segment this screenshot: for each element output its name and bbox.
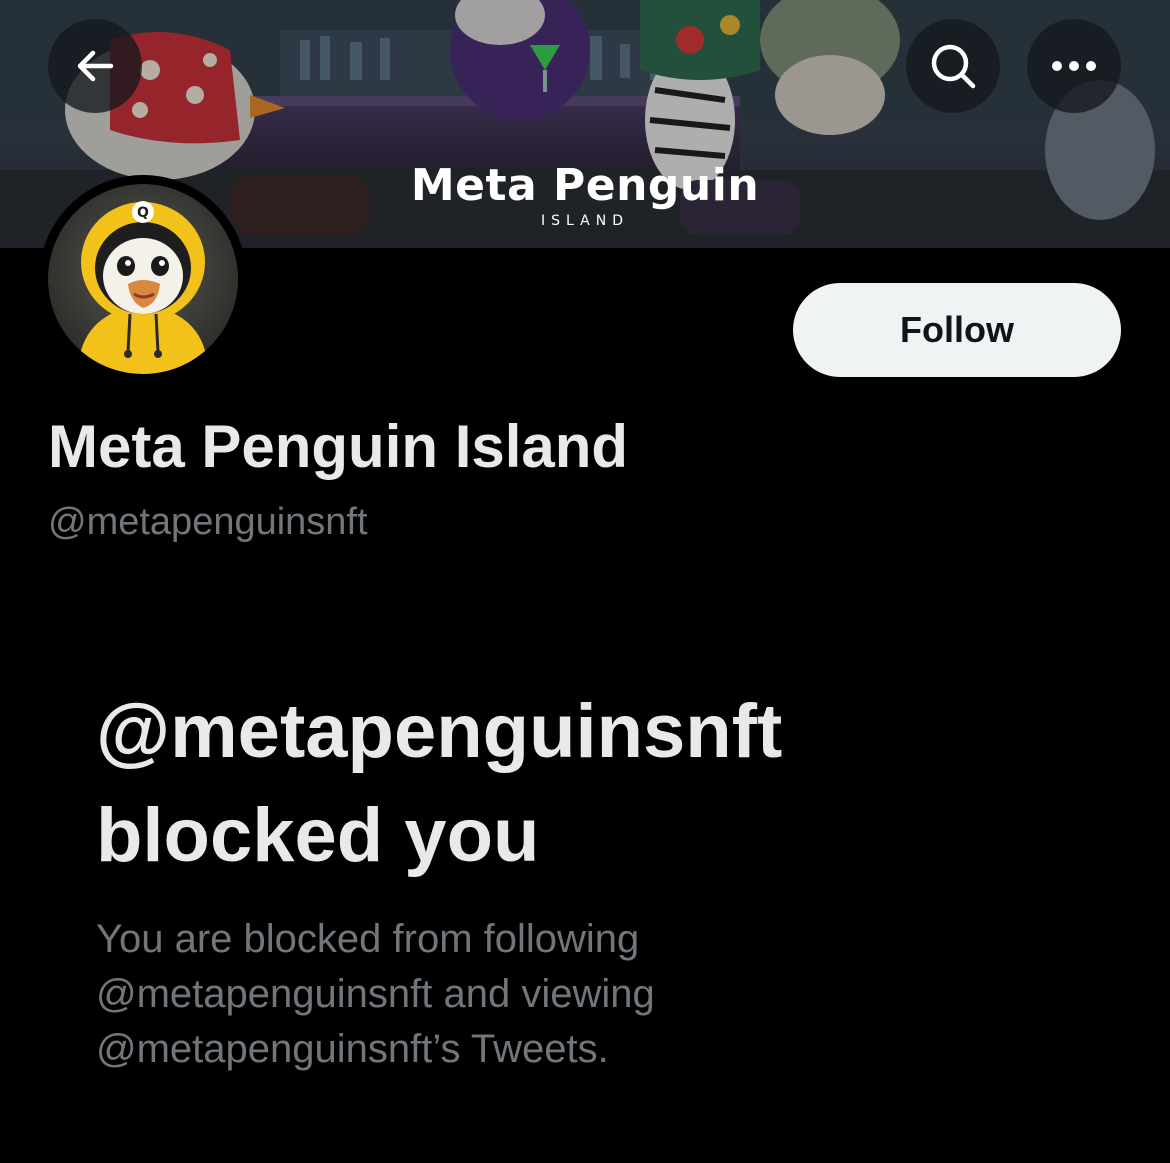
- avatar[interactable]: Q: [48, 184, 238, 374]
- blocked-notice-title: @metapenguinsnft blocked you: [96, 680, 1096, 888]
- blocked-desc-line: You are blocked from following: [96, 917, 640, 961]
- more-horizontal-icon: [1052, 61, 1096, 71]
- more-options-button[interactable]: [1027, 19, 1121, 113]
- arrow-left-icon: [77, 50, 114, 82]
- blocked-desc-line: @metapenguinsnft and viewing: [96, 972, 655, 1016]
- follow-button[interactable]: Follow: [793, 283, 1121, 377]
- penguin-avatar-illustration: Q: [78, 201, 208, 374]
- profile-display-name: Meta Penguin Island: [48, 413, 629, 480]
- blocked-title-line: blocked you: [96, 793, 540, 878]
- profile-handle: @metapenguinsnft: [48, 501, 368, 543]
- search-button[interactable]: [906, 19, 1000, 113]
- search-icon: [931, 44, 976, 89]
- blocked-title-line: @metapenguinsnft: [96, 689, 783, 774]
- back-button[interactable]: [48, 19, 142, 113]
- svg-text:Q: Q: [137, 205, 149, 221]
- blocked-desc-line: @metapenguinsnft’s Tweets.: [96, 1027, 609, 1071]
- blocked-notice-description: You are blocked from following @metapeng…: [96, 912, 856, 1077]
